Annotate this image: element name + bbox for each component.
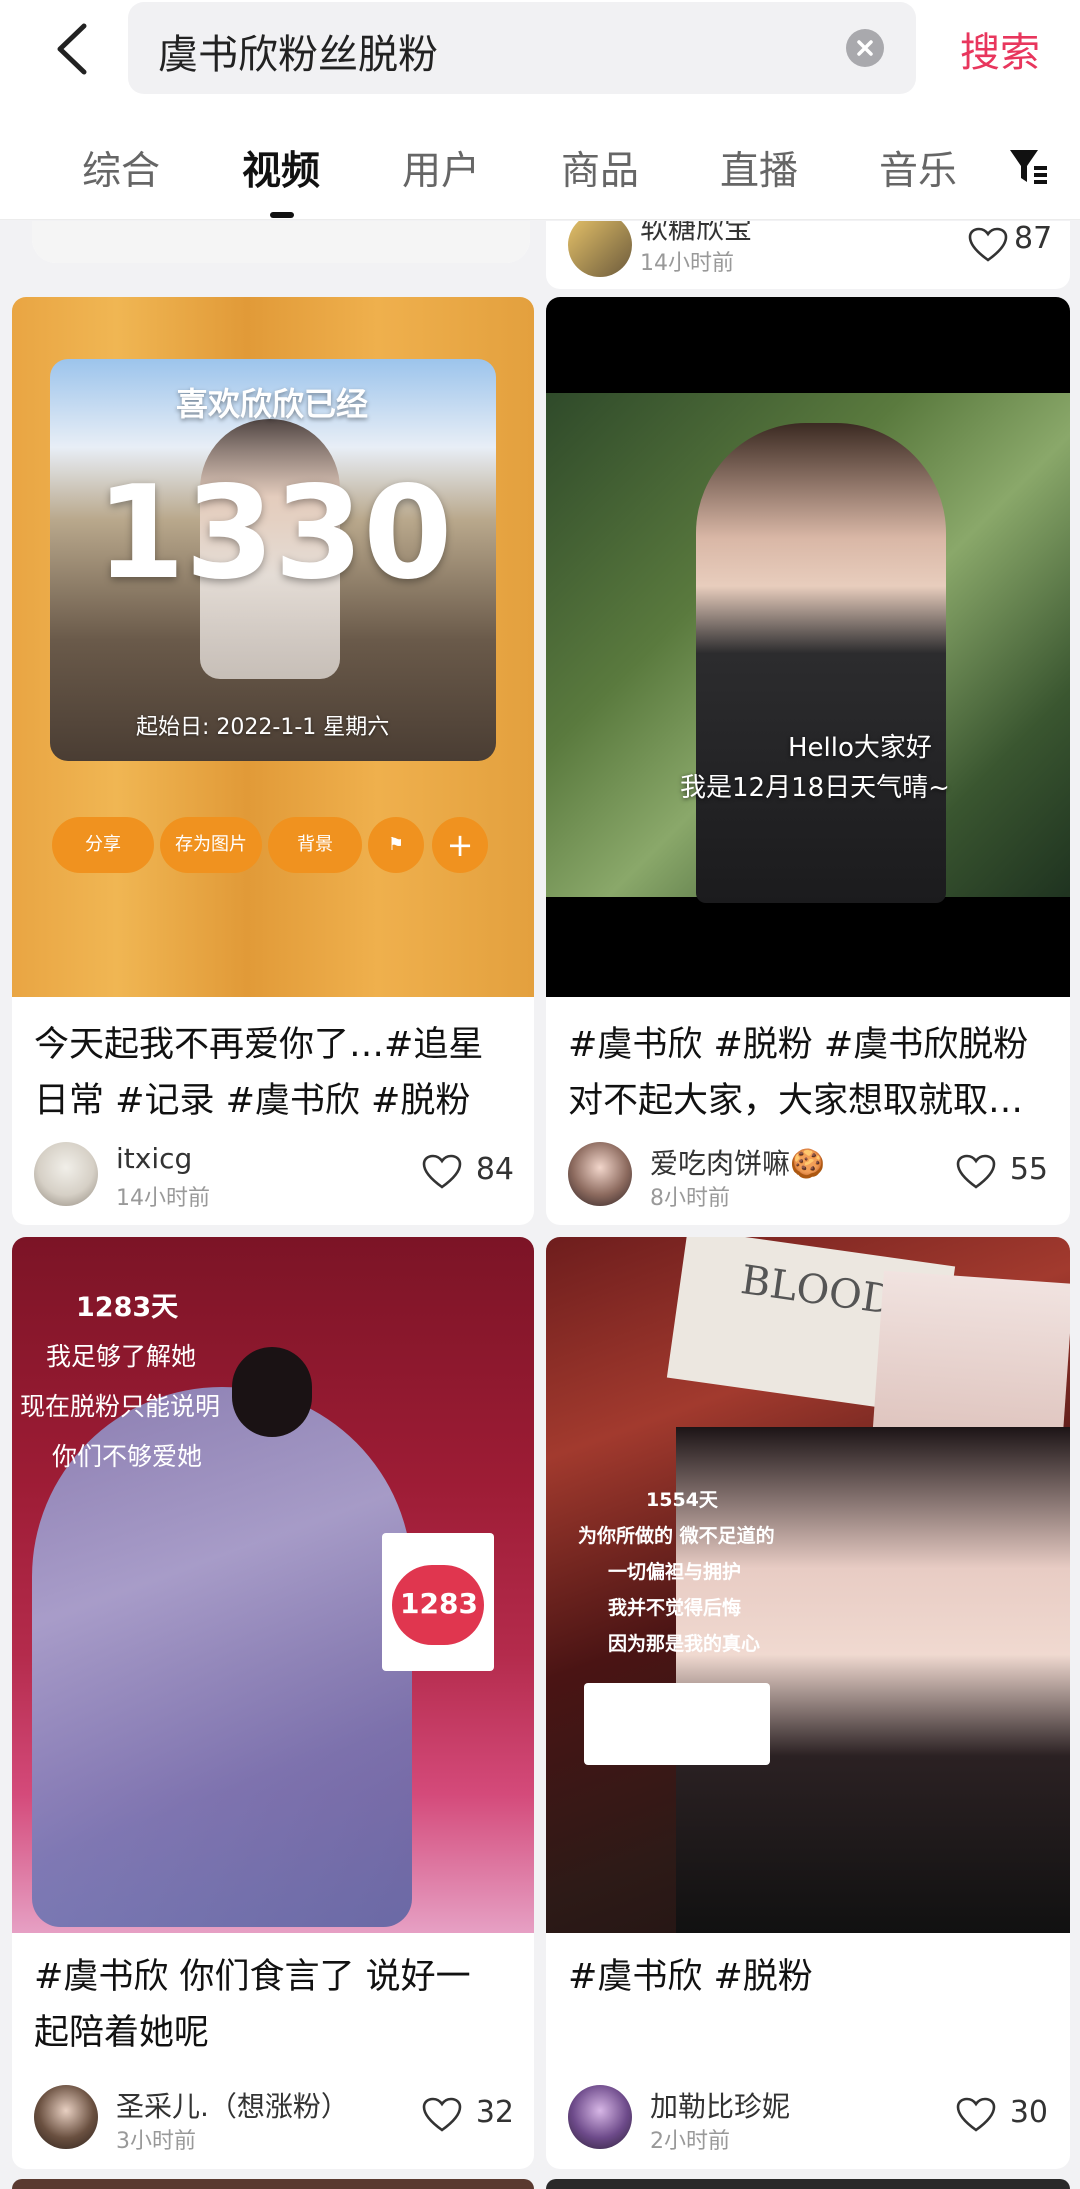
badge-count: 1283 bbox=[400, 1587, 478, 1620]
like-count: 30 bbox=[1009, 2095, 1048, 2130]
share-pill: 分享 bbox=[52, 817, 154, 873]
author-name[interactable]: itxicg bbox=[116, 1142, 192, 1175]
video-card[interactable]: 1283天 我足够了解她 现在脱粉只能说明 你们不够爱她 1283 #虞书欣 你… bbox=[12, 1237, 534, 2169]
post-time: 3小时前 bbox=[116, 2129, 196, 2154]
overlay-line-1: 1554天 bbox=[646, 1489, 718, 1511]
heart-icon[interactable] bbox=[422, 1154, 462, 1190]
overlay-line-1: 1283天 bbox=[76, 1292, 179, 1323]
like-count: 84 bbox=[475, 1152, 514, 1187]
search-header: 虞书欣粉丝脱粉 搜索 bbox=[0, 0, 1080, 130]
blood-text: BLOOD bbox=[737, 1257, 897, 1325]
filter-icon[interactable] bbox=[1008, 146, 1048, 188]
author-name[interactable]: 圣采儿.（想涨粉） bbox=[116, 2085, 349, 2125]
plus-icon: + bbox=[432, 817, 488, 873]
video-title[interactable]: #虞书欣 #脱粉 #虞书欣脱粉 对不起大家，大家想取就取… bbox=[568, 1017, 1028, 1129]
like-count: 55 bbox=[1009, 1152, 1048, 1187]
tab-music[interactable]: 音乐 bbox=[879, 140, 957, 196]
person-head bbox=[232, 1347, 312, 1437]
tab-comprehensive[interactable]: 综合 bbox=[82, 140, 160, 196]
author-row: 加勒比珍妮 2小时前 30 bbox=[568, 2085, 1048, 2154]
video-thumbnail[interactable]: 喜欢欣欣已经 1330 起始日: 2022-1-1 星期六 分享 存为图片 背景… bbox=[12, 297, 534, 997]
video-card[interactable]: Hello大家好 我是12月18日天气晴~ #虞书欣 #脱粉 #虞书欣脱粉 对不… bbox=[546, 297, 1070, 1225]
tab-users[interactable]: 用户 bbox=[402, 140, 480, 196]
overlay-line-5: 因为那是我的真心 bbox=[608, 1633, 761, 1655]
next-card-right[interactable] bbox=[546, 2179, 1070, 2189]
like-count: 87 bbox=[1014, 221, 1053, 256]
author-name[interactable]: 爱吃肉饼嘛🍪 bbox=[650, 1142, 825, 1182]
like-count: 32 bbox=[475, 2095, 514, 2130]
photo-frame: 喜欢欣欣已经 1330 起始日: 2022-1-1 星期六 bbox=[50, 359, 496, 761]
prev-card-left[interactable] bbox=[32, 221, 530, 263]
overlay-line-2: 我足够了解她 bbox=[46, 1342, 197, 1371]
person-figure bbox=[696, 423, 946, 903]
overlay-line-4: 你们不够爱她 bbox=[52, 1442, 203, 1471]
active-tab-indicator bbox=[270, 212, 294, 218]
heart-icon[interactable] bbox=[956, 2097, 996, 2133]
post-time: 8小时前 bbox=[650, 1186, 730, 1211]
author-row: itxicg 14小时前 84 bbox=[34, 1142, 514, 1211]
prev-card-right[interactable]: 软糖欣宝 14小时前 87 bbox=[546, 221, 1070, 289]
background-pill: 背景 bbox=[268, 817, 362, 873]
overlay-start-date: 起始日: 2022-1-1 星期六 bbox=[136, 715, 390, 740]
video-card[interactable]: BLOOD 1554天 为你所做的 微不足道的 一切偏袒与拥护 我并不觉得后悔 … bbox=[546, 1237, 1070, 2169]
screenshot-card bbox=[584, 1683, 770, 1765]
photo-frame: Hello大家好 我是12月18日天气晴~ bbox=[546, 393, 1070, 903]
post-time: 14小时前 bbox=[116, 1186, 210, 1211]
author-name[interactable]: 加勒比珍妮 bbox=[650, 2085, 790, 2125]
prev-card-left-footer bbox=[32, 221, 530, 263]
avatar[interactable] bbox=[568, 2085, 632, 2149]
portrait-photo bbox=[676, 1427, 1070, 1933]
author-row: 圣采儿.（想涨粉） 3小时前 32 bbox=[34, 2085, 514, 2154]
video-thumbnail[interactable]: 1283天 我足够了解她 现在脱粉只能说明 你们不够爱她 1283 bbox=[12, 1237, 534, 1933]
video-title[interactable]: #虞书欣 你们食言了 说好一 起陪着她呢 bbox=[34, 1949, 471, 2061]
video-thumbnail[interactable]: BLOOD 1554天 为你所做的 微不足道的 一切偏袒与拥护 我并不觉得后悔 … bbox=[546, 1237, 1070, 1933]
overlay-line-1: Hello大家好 bbox=[788, 733, 932, 763]
search-input[interactable]: 虞书欣粉丝脱粉 bbox=[128, 2, 916, 94]
video-title[interactable]: #虞书欣 #脱粉 bbox=[568, 1949, 813, 2005]
tabs-divider bbox=[0, 219, 1080, 220]
avatar[interactable] bbox=[568, 1142, 632, 1206]
heart-icon[interactable] bbox=[956, 1154, 996, 1190]
search-button[interactable]: 搜索 bbox=[960, 20, 1040, 78]
overlay-line-2: 为你所做的 微不足道的 bbox=[578, 1525, 775, 1547]
author-name[interactable]: 软糖欣宝 bbox=[640, 221, 752, 247]
post-time: 14小时前 bbox=[640, 251, 734, 276]
flag-icon: ⚑ bbox=[368, 817, 424, 873]
tab-products[interactable]: 商品 bbox=[561, 140, 639, 196]
clear-icon[interactable] bbox=[846, 29, 884, 67]
overlay-header: 喜欢欣欣已经 bbox=[176, 385, 369, 423]
back-arrow-icon[interactable] bbox=[48, 22, 98, 76]
heart-icon[interactable] bbox=[422, 2097, 462, 2133]
next-card-left[interactable] bbox=[12, 2179, 534, 2189]
tab-live[interactable]: 直播 bbox=[720, 140, 798, 196]
video-card[interactable]: 喜欢欣欣已经 1330 起始日: 2022-1-1 星期六 分享 存为图片 背景… bbox=[12, 297, 534, 1225]
tab-video[interactable]: 视频 bbox=[242, 140, 320, 196]
video-thumbnail[interactable]: Hello大家好 我是12月18日天气晴~ bbox=[546, 297, 1070, 997]
heart-icon[interactable] bbox=[968, 227, 1008, 263]
overlay-line-4: 我并不觉得后悔 bbox=[608, 1597, 742, 1619]
save-image-pill: 存为图片 bbox=[160, 817, 262, 873]
avatar[interactable] bbox=[34, 1142, 98, 1206]
counter-badge: 1283 bbox=[382, 1533, 494, 1671]
search-query[interactable]: 虞书欣粉丝脱粉 bbox=[158, 22, 438, 80]
avatar[interactable] bbox=[568, 221, 632, 277]
overlay-line-2: 我是12月18日天气晴~ bbox=[680, 773, 950, 803]
post-time: 2小时前 bbox=[650, 2129, 730, 2154]
avatar[interactable] bbox=[34, 2085, 98, 2149]
like-button[interactable]: 84 bbox=[394, 1152, 514, 1192]
author-row: 爱吃肉饼嘛🍪 8小时前 55 bbox=[568, 1142, 1048, 1211]
overlay-line-3: 一切偏袒与拥护 bbox=[608, 1561, 742, 1583]
like-button[interactable]: 55 bbox=[928, 1152, 1048, 1192]
overlay-line-3: 现在脱粉只能说明 bbox=[20, 1392, 221, 1421]
like-button[interactable]: 30 bbox=[928, 2095, 1048, 2135]
overlay-count: 1330 bbox=[96, 459, 453, 608]
result-tabs: 综合 视频 用户 商品 直播 音乐 bbox=[0, 130, 1080, 220]
like-button[interactable]: 32 bbox=[394, 2095, 514, 2135]
video-title[interactable]: 今天起我不再爱你了…#追星 日常 #记录 #虞书欣 #脱粉 bbox=[34, 1017, 483, 1129]
